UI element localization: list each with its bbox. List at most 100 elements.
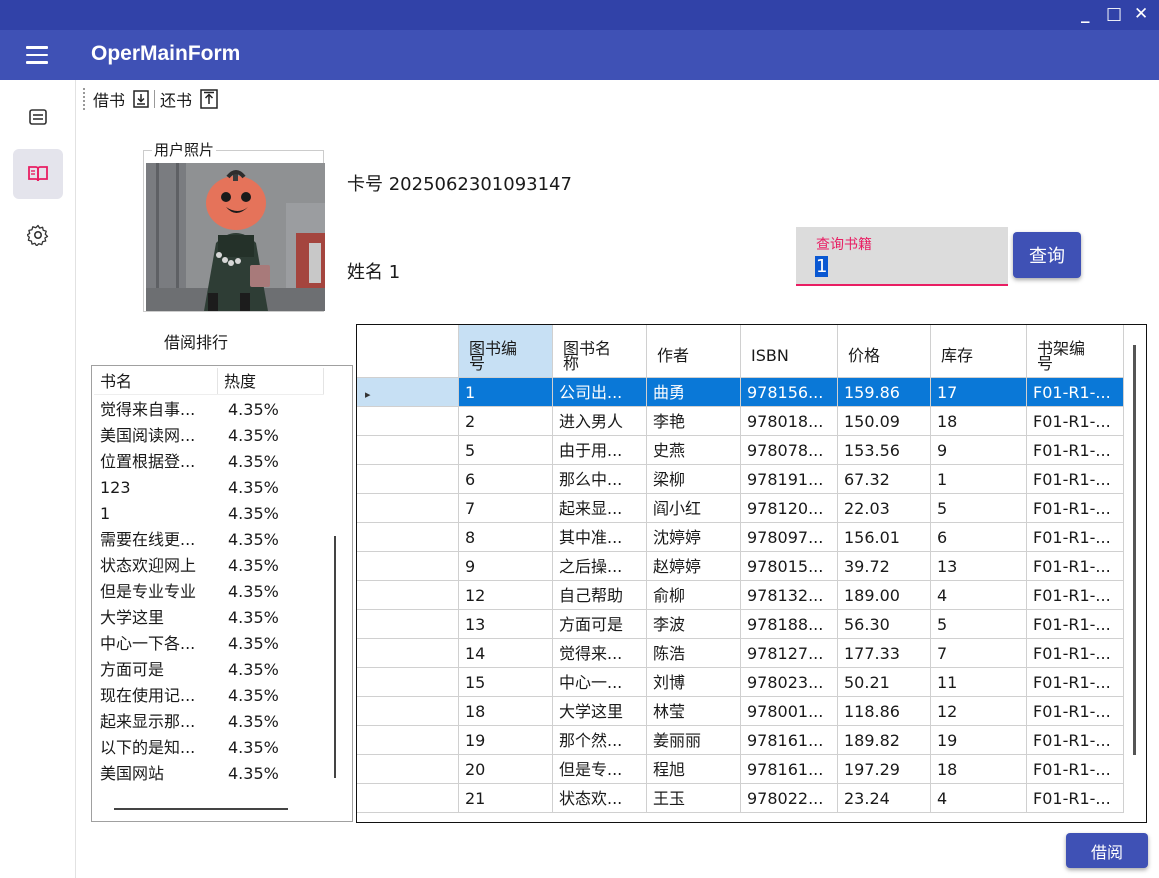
book-id-cell[interactable]: 19 [459, 726, 553, 755]
price-cell[interactable]: 67.32 [838, 465, 931, 494]
grid-row[interactable]: 8 其中准... 沈婷婷 978097... 156.01 6 F01-R1-... [357, 523, 1124, 552]
grid-row[interactable]: 21 状态欢... 王玉 978022... 23.24 4 F01-R1-... [357, 784, 1124, 813]
book-id-cell[interactable]: 20 [459, 755, 553, 784]
grid-row[interactable]: 5 由于用... 史燕 978078... 153.56 9 F01-R1-... [357, 436, 1124, 465]
shelf-cell[interactable]: F01-R1-... [1027, 581, 1124, 610]
book-name-cell[interactable]: 觉得来... [553, 639, 647, 668]
book-id-cell[interactable]: 8 [459, 523, 553, 552]
grid-row[interactable]: 6 那么中... 梁柳 978191... 67.32 1 F01-R1-... [357, 465, 1124, 494]
search-button[interactable]: 查询 [1013, 232, 1081, 278]
grid-row-header[interactable] [357, 784, 459, 813]
book-id-cell[interactable]: 15 [459, 668, 553, 697]
grid-row[interactable]: 19 那个然... 姜丽丽 978161... 189.82 19 F01-R1-... [357, 726, 1124, 755]
ranking-row[interactable]: 中心一下各... 4.35% [94, 631, 328, 657]
grid-row[interactable]: 15 中心一... 刘博 978023... 50.21 11 F01-R1-... [357, 668, 1124, 697]
grid-row-header[interactable] [357, 465, 459, 494]
book-id-cell[interactable]: 6 [459, 465, 553, 494]
grid-row[interactable]: 20 但是专... 程旭 978161... 197.29 18 F01-R1-... [357, 755, 1124, 784]
nav-item-list[interactable] [13, 92, 63, 142]
author-cell[interactable]: 沈婷婷 [647, 523, 741, 552]
isbn-cell[interactable]: 978022... [741, 784, 838, 813]
book-name-cell[interactable]: 之后操... [553, 552, 647, 581]
book-search-field[interactable]: 查询书籍 1 [796, 227, 1008, 286]
author-cell[interactable]: 曲勇 [647, 378, 741, 407]
grid-row-header[interactable] [357, 697, 459, 726]
toolbar-grip[interactable] [83, 88, 87, 110]
book-id-cell[interactable]: 21 [459, 784, 553, 813]
shelf-cell[interactable]: F01-R1-... [1027, 436, 1124, 465]
grid-row-header[interactable] [357, 639, 459, 668]
book-id-cell[interactable]: 7 [459, 494, 553, 523]
price-cell[interactable]: 177.33 [838, 639, 931, 668]
author-cell[interactable]: 梁柳 [647, 465, 741, 494]
shelf-cell[interactable]: F01-R1-... [1027, 378, 1124, 407]
shelf-cell[interactable]: F01-R1-... [1027, 552, 1124, 581]
ranking-header-title[interactable]: 书名 [94, 368, 218, 394]
isbn-cell[interactable]: 978161... [741, 755, 838, 784]
price-cell[interactable]: 22.03 [838, 494, 931, 523]
price-cell[interactable]: 118.86 [838, 697, 931, 726]
stock-cell[interactable]: 17 [931, 378, 1027, 407]
ranking-header-heat[interactable]: 热度 [218, 368, 324, 394]
stock-cell[interactable]: 18 [931, 755, 1027, 784]
shelf-cell[interactable]: F01-R1-... [1027, 639, 1124, 668]
stock-cell[interactable]: 19 [931, 726, 1027, 755]
borrow-button[interactable]: 借阅 [1066, 833, 1148, 868]
book-id-cell[interactable]: 1 [459, 378, 553, 407]
price-cell[interactable]: 156.01 [838, 523, 931, 552]
book-id-cell[interactable]: 12 [459, 581, 553, 610]
book-name-cell[interactable]: 方面可是 [553, 610, 647, 639]
shelf-cell[interactable]: F01-R1-... [1027, 407, 1124, 436]
stock-cell[interactable]: 12 [931, 697, 1027, 726]
price-cell[interactable]: 197.29 [838, 755, 931, 784]
author-cell[interactable]: 李艳 [647, 407, 741, 436]
author-cell[interactable]: 阎小红 [647, 494, 741, 523]
book-id-cell[interactable]: 2 [459, 407, 553, 436]
grid-header-price[interactable]: 价格 [838, 325, 931, 378]
books-grid[interactable]: 图书编号 图书名称 作者 ISBN 价格 库存 书架编号 ▸ 1 公司出... 曲勇 9… [356, 324, 1147, 823]
author-cell[interactable]: 赵婷婷 [647, 552, 741, 581]
ranking-row[interactable]: 位置根据登... 4.35% [94, 449, 328, 475]
nav-item-books[interactable] [13, 149, 63, 199]
stock-cell[interactable]: 18 [931, 407, 1027, 436]
stock-cell[interactable]: 6 [931, 523, 1027, 552]
grid-row-header[interactable] [357, 668, 459, 697]
price-cell[interactable]: 150.09 [838, 407, 931, 436]
grid-row[interactable]: 9 之后操... 赵婷婷 978015... 39.72 13 F01-R1-... [357, 552, 1124, 581]
menu-icon[interactable] [26, 46, 48, 64]
shelf-cell[interactable]: F01-R1-... [1027, 697, 1124, 726]
shelf-cell[interactable]: F01-R1-... [1027, 465, 1124, 494]
author-cell[interactable]: 林莹 [647, 697, 741, 726]
ranking-row[interactable]: 方面可是 4.35% [94, 657, 328, 683]
stock-cell[interactable]: 4 [931, 581, 1027, 610]
ranking-row[interactable]: 但是专业专业 4.35% [94, 579, 328, 605]
ranking-row[interactable]: 123 4.35% [94, 475, 328, 501]
nav-item-settings[interactable] [13, 210, 63, 260]
shelf-cell[interactable]: F01-R1-... [1027, 494, 1124, 523]
shelf-cell[interactable]: F01-R1-... [1027, 610, 1124, 639]
stock-cell[interactable]: 5 [931, 494, 1027, 523]
author-cell[interactable]: 俞柳 [647, 581, 741, 610]
grid-header-author[interactable]: 作者 [647, 325, 741, 378]
grid-row[interactable]: ▸ 1 公司出... 曲勇 978156... 159.86 17 F01-R1-... [357, 378, 1124, 407]
ranking-row[interactable]: 状态欢迎网上 4.35% [94, 553, 328, 579]
stock-cell[interactable]: 13 [931, 552, 1027, 581]
isbn-cell[interactable]: 978018... [741, 407, 838, 436]
stock-cell[interactable]: 4 [931, 784, 1027, 813]
isbn-cell[interactable]: 978097... [741, 523, 838, 552]
price-cell[interactable]: 189.00 [838, 581, 931, 610]
price-cell[interactable]: 50.21 [838, 668, 931, 697]
price-cell[interactable]: 56.30 [838, 610, 931, 639]
ranking-row[interactable]: 起来显示那... 4.35% [94, 709, 328, 735]
author-cell[interactable]: 陈浩 [647, 639, 741, 668]
grid-header-book-id[interactable]: 图书编号 [459, 325, 553, 378]
book-name-cell[interactable]: 公司出... [553, 378, 647, 407]
author-cell[interactable]: 王玉 [647, 784, 741, 813]
book-name-cell[interactable]: 状态欢... [553, 784, 647, 813]
grid-header-shelf[interactable]: 书架编号 [1027, 325, 1124, 378]
book-name-cell[interactable]: 起来显... [553, 494, 647, 523]
grid-row-header[interactable] [357, 436, 459, 465]
price-cell[interactable]: 153.56 [838, 436, 931, 465]
grid-header-book-name[interactable]: 图书名称 [553, 325, 647, 378]
book-search-input[interactable]: 1 [815, 256, 829, 277]
